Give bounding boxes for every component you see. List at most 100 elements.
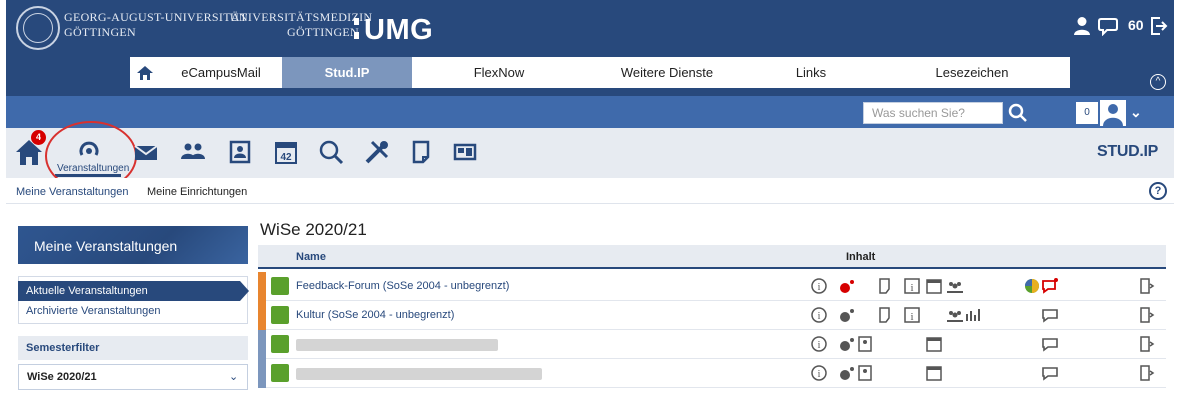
- chevron-down-icon[interactable]: ⌄: [1130, 104, 1142, 121]
- mainnav-item-weitere-dienste[interactable]: Weitere Dienste: [586, 57, 748, 88]
- table-row: i: [258, 359, 1166, 388]
- page: GEORG-AUGUST-UNIVERSITÄT GÖTTINGEN UNIVE…: [0, 0, 1184, 397]
- leave-course-icon[interactable]: [1138, 335, 1156, 353]
- semester-heading: WiSe 2020/21: [260, 220, 367, 239]
- svg-text:i: i: [818, 311, 821, 322]
- dashboard-icon[interactable]: [450, 137, 480, 167]
- course-title[interactable]: Feedback-Forum (SoSe 2004 - unbegrenzt): [296, 280, 509, 292]
- medicine-name-line2: GÖTTINGEN: [287, 25, 360, 39]
- profile-icon[interactable]: [225, 137, 255, 167]
- course-title[interactable]: Kultur (SoSe 2004 - unbegrenzt): [296, 309, 454, 321]
- course-icon[interactable]: [271, 306, 289, 324]
- schedule-icon[interactable]: [925, 335, 943, 353]
- mainnav-item-lesezeichen[interactable]: Lesezeichen: [874, 57, 1070, 88]
- info-icon[interactable]: i: [810, 306, 828, 324]
- svg-text:i: i: [818, 282, 821, 293]
- row-color-stripe: [258, 301, 266, 330]
- redacted-course-title: [296, 339, 498, 351]
- table-row: Feedback-Forum (SoSe 2004 - unbegrenzt) …: [258, 272, 1166, 301]
- mainnav-item-links[interactable]: Links: [748, 57, 874, 88]
- svg-text:i: i: [910, 282, 913, 294]
- calendar-icon[interactable]: 42: [271, 137, 301, 167]
- wiki-info-icon[interactable]: i: [903, 277, 921, 295]
- participants-icon[interactable]: [946, 306, 964, 324]
- avatar[interactable]: [1100, 100, 1126, 126]
- user-icon[interactable]: [1073, 16, 1091, 36]
- leave-course-icon[interactable]: [1138, 364, 1156, 382]
- row-color-stripe: [258, 272, 266, 301]
- svg-text:i: i: [818, 340, 821, 351]
- news-icon[interactable]: [838, 306, 856, 324]
- tools-icon[interactable]: [362, 137, 392, 167]
- table-row: i: [258, 330, 1166, 359]
- profile-icon[interactable]: [856, 335, 874, 353]
- notification-badge: 4: [31, 130, 46, 145]
- schedule-icon[interactable]: [925, 277, 943, 295]
- row-color-stripe: [258, 359, 266, 388]
- course-icon[interactable]: [271, 335, 289, 353]
- table-header: [258, 245, 1166, 269]
- files-icon[interactable]: [876, 306, 894, 324]
- leave-course-icon[interactable]: [1138, 306, 1156, 324]
- forum-icon[interactable]: [1041, 364, 1059, 382]
- chevron-down-icon[interactable]: ⌄: [229, 370, 238, 383]
- wiki-info-icon[interactable]: i: [903, 306, 921, 324]
- redacted-course-title: [296, 368, 542, 380]
- sidebar-title: Meine Veranstaltungen: [18, 226, 248, 264]
- statistics-icon[interactable]: [964, 306, 982, 324]
- search-nav-icon[interactable]: [316, 137, 346, 167]
- forum-icon[interactable]: [1041, 306, 1059, 324]
- svg-text:i: i: [818, 369, 821, 380]
- help-icon[interactable]: ?: [1149, 182, 1167, 200]
- news-new-icon[interactable]: [838, 277, 856, 295]
- chat-icon[interactable]: [1098, 16, 1118, 36]
- leave-course-icon[interactable]: [1138, 277, 1156, 295]
- svg-text:42: 42: [280, 152, 292, 163]
- participants-icon[interactable]: [946, 277, 964, 295]
- sidebar-active-pointer: [240, 281, 249, 301]
- mainnav-item-ecampusmail[interactable]: eCampusMail: [160, 57, 282, 88]
- forum-new-icon[interactable]: [1041, 277, 1059, 295]
- subnav-item-meine-einrichtungen[interactable]: Meine Einrichtungen: [147, 186, 247, 198]
- info-icon[interactable]: i: [810, 335, 828, 353]
- studip-brand-logo[interactable]: STUD.IP: [1097, 143, 1158, 161]
- mainnav-item-flexnow[interactable]: FlexNow: [412, 57, 586, 88]
- collapse-header-icon[interactable]: ^: [1150, 74, 1166, 90]
- course-icon[interactable]: [271, 277, 289, 295]
- university-name-line1: GEORG-AUGUST-UNIVERSITÄT: [64, 10, 248, 24]
- news-icon[interactable]: [838, 335, 856, 353]
- home-nav-icon[interactable]: [130, 57, 160, 88]
- row-color-stripe: [258, 330, 266, 359]
- info-icon[interactable]: i: [810, 277, 828, 295]
- semester-select[interactable]: WiSe 2020/21: [18, 364, 248, 390]
- column-header-name[interactable]: Name: [296, 251, 326, 263]
- community-icon[interactable]: [178, 137, 208, 167]
- profile-icon[interactable]: [856, 364, 874, 382]
- files-icon[interactable]: [876, 277, 894, 295]
- column-header-inhalt: Inhalt: [846, 251, 876, 263]
- search-input[interactable]: Was suchen Sie?: [863, 102, 1003, 124]
- main-navigation: eCampusMail Stud.IP FlexNow Weitere Dien…: [130, 57, 1070, 88]
- mail-icon[interactable]: [131, 137, 161, 167]
- semester-filter-title: Semesterfilter: [18, 336, 248, 360]
- umg-logo[interactable]: UMG: [364, 14, 433, 47]
- schedule-icon[interactable]: [925, 364, 943, 382]
- vips-colorful-icon[interactable]: [1023, 277, 1041, 295]
- university-seal-logo[interactable]: [16, 6, 60, 50]
- search-icon[interactable]: [1006, 101, 1030, 125]
- logout-icon[interactable]: [1150, 16, 1168, 36]
- files-icon[interactable]: [406, 137, 436, 167]
- mainnav-item-studip[interactable]: Stud.IP: [282, 57, 412, 88]
- medicine-name-line1: UNIVERSITÄTSMEDIZIN: [230, 10, 373, 24]
- news-icon[interactable]: [838, 364, 856, 382]
- activity-counter[interactable]: 0: [1076, 102, 1098, 124]
- info-icon[interactable]: i: [810, 364, 828, 382]
- course-icon[interactable]: [271, 364, 289, 382]
- subnav-item-meine-veranstaltungen[interactable]: Meine Veranstaltungen: [16, 186, 129, 198]
- umg-colon-mark: [354, 18, 359, 42]
- sidebar-item-aktuelle[interactable]: Aktuelle Veranstaltungen: [18, 281, 240, 301]
- notification-count[interactable]: 60: [1128, 17, 1144, 33]
- sidebar-item-archivierte[interactable]: Archivierte Veranstaltungen: [26, 305, 161, 317]
- university-name-line2: GÖTTINGEN: [64, 25, 137, 39]
- forum-icon[interactable]: [1041, 335, 1059, 353]
